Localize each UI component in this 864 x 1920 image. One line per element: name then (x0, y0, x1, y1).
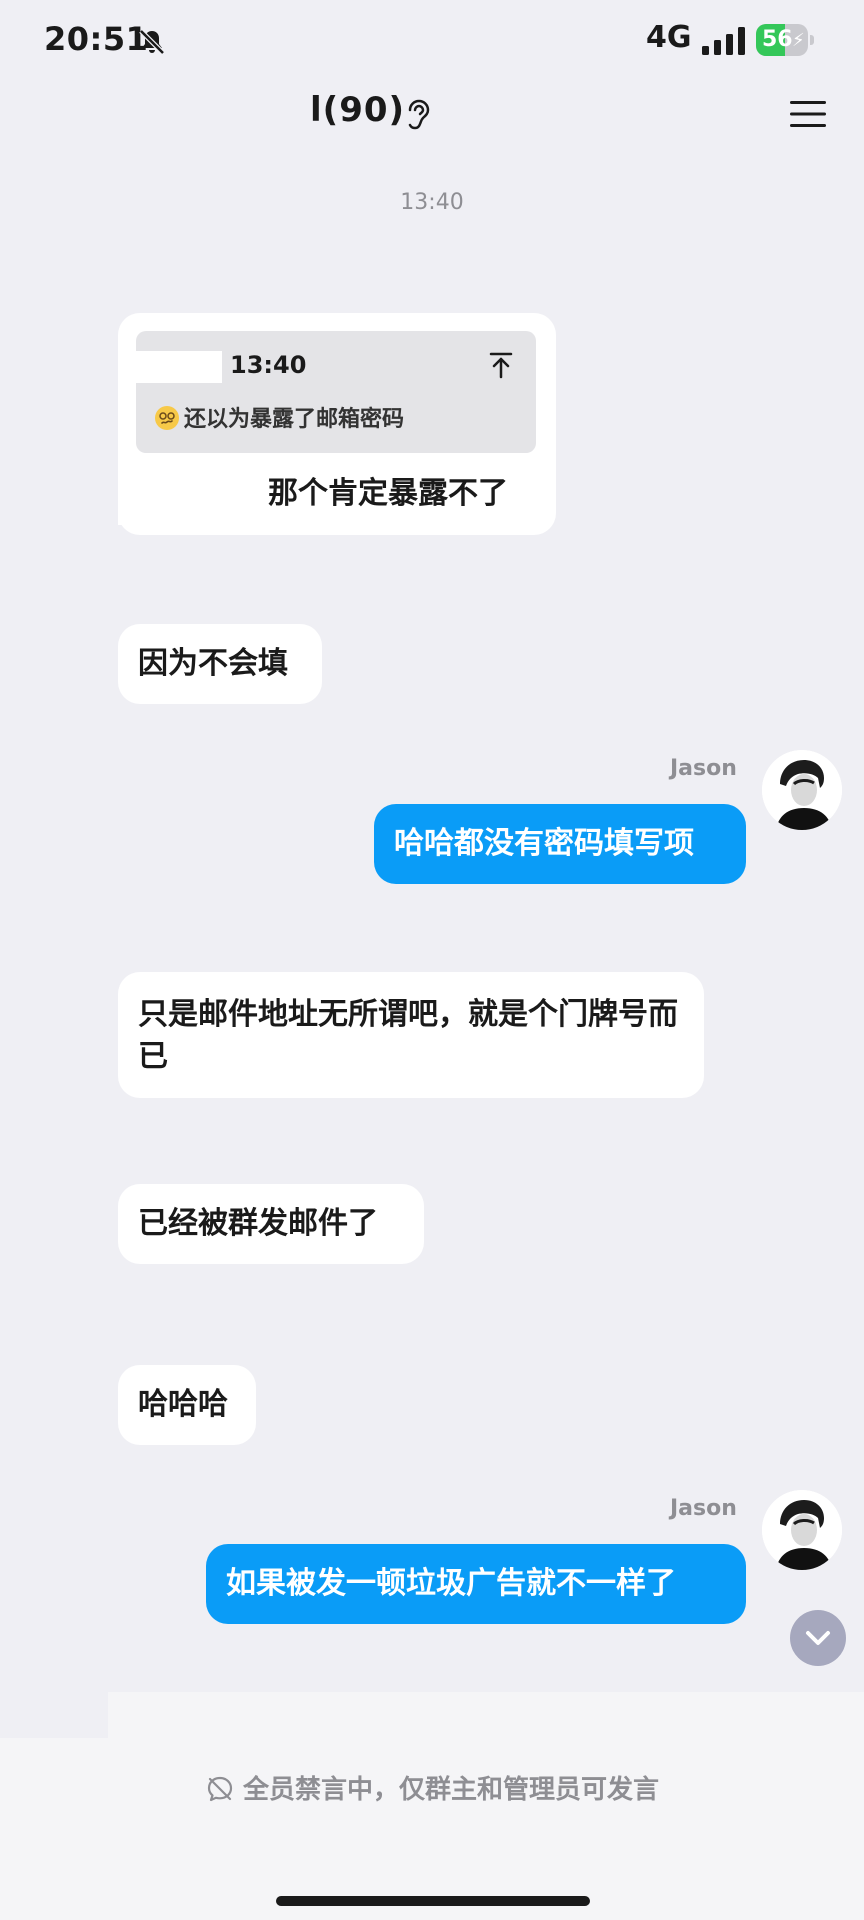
message-bubble[interactable]: 只是邮件地址无所谓吧，就是个门牌号而已 (118, 972, 704, 1098)
status-bar: 20:51 4G 56 ⚡ (0, 0, 864, 80)
message-text: 已经被群发邮件了 (138, 1206, 378, 1241)
input-area: 全员禁言中，仅群主和管理员可发言 (0, 1692, 864, 1920)
status-time: 20:51 (44, 20, 149, 58)
chevron-down-icon (806, 1631, 830, 1645)
chat-timestamp: 13:40 (400, 190, 464, 215)
sender-name: Jason (670, 1496, 737, 1521)
message-text: 只是邮件地址无所谓吧，就是个门牌号而已 (138, 997, 678, 1074)
message-text: 那个肯定暴露不了 (268, 476, 508, 511)
mute-notice-text: 全员禁言中，仅群主和管理员可发言 (242, 1775, 659, 1805)
redacted-sender (118, 351, 222, 383)
jump-to-top-icon[interactable] (488, 351, 514, 379)
quoted-text-row: 还以为暴露了邮箱密码 (154, 405, 404, 435)
mute-notice: 全员禁言中，仅群主和管理员可发言 (0, 1772, 864, 1808)
message-bubble[interactable]: 如果被发一顿垃圾广告就不一样了 (206, 1544, 746, 1624)
message-text: 如果被发一顿垃圾广告就不一样了 (226, 1566, 676, 1601)
message-text: 哈哈都没有密码填写项 (394, 826, 694, 861)
redacted-area (118, 481, 258, 525)
message-bubble[interactable]: 哈哈都没有密码填写项 (374, 804, 746, 884)
quoted-text: 还以为暴露了邮箱密码 (184, 407, 405, 432)
avatar[interactable] (762, 1490, 842, 1570)
charging-bolt-icon: ⚡ (792, 30, 805, 51)
avatar[interactable] (762, 750, 842, 830)
battery-icon: 56 ⚡ (756, 24, 816, 58)
signal-strength-icon (702, 27, 745, 55)
network-type: 4G (646, 20, 692, 55)
group-title[interactable]: l(90) (310, 90, 405, 130)
quoted-time: 13:40 (230, 351, 307, 379)
person-avatar-icon (762, 750, 842, 830)
bell-muted-icon (139, 29, 165, 55)
menu-icon[interactable] (788, 98, 828, 130)
message-bubble[interactable]: 已经被群发邮件了 (118, 1184, 424, 1264)
message-text: 哈哈哈 (138, 1387, 228, 1422)
dizzy-face-emoji-icon (155, 406, 179, 430)
home-indicator[interactable] (276, 1896, 590, 1906)
person-avatar-icon (762, 1490, 842, 1570)
quoted-message[interactable]: 13:40 还以为暴露了邮箱密码 (118, 331, 536, 453)
ear-icon[interactable] (404, 96, 432, 132)
scroll-to-bottom-button[interactable] (790, 1610, 846, 1666)
muted-chat-icon (207, 1776, 233, 1802)
message-bubble[interactable]: 哈哈哈 (118, 1365, 256, 1445)
sender-name: Jason (670, 756, 737, 781)
message-bubble-quote[interactable]: 13:40 还以为暴露了邮箱密码 那个肯定暴露不了 (118, 313, 556, 535)
message-bubble[interactable]: 因为不会填 (118, 624, 322, 704)
message-text: 因为不会填 (138, 646, 288, 681)
chat-header: l(90) (0, 80, 864, 170)
